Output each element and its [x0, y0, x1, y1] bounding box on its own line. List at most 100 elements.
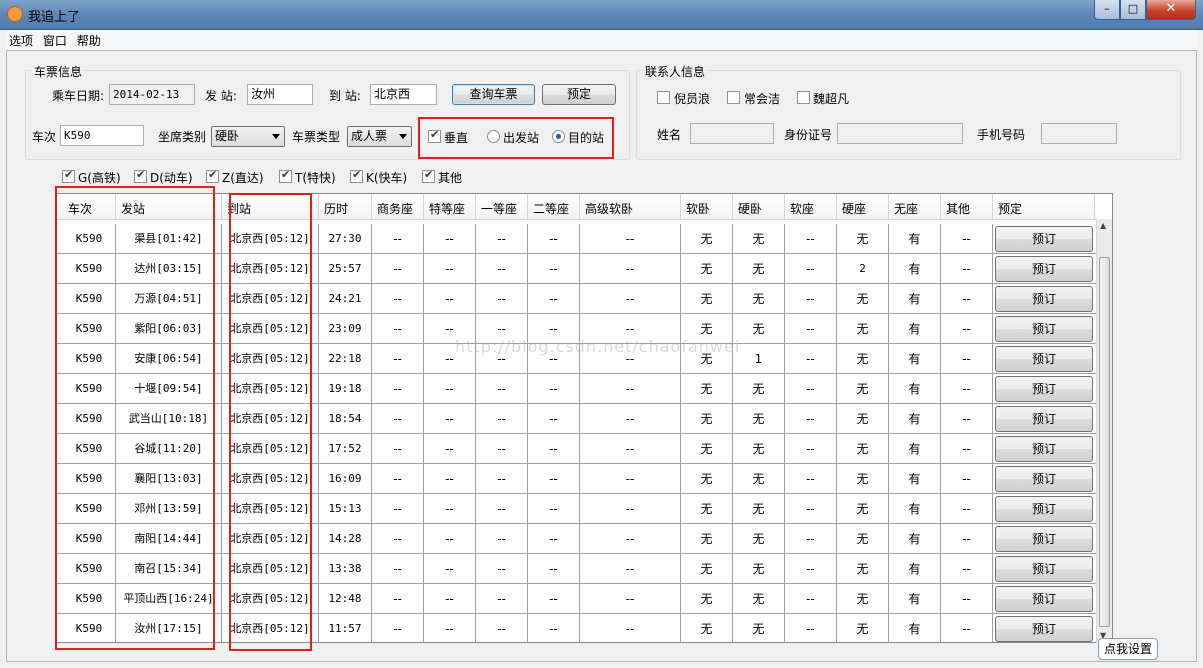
- column-header[interactable]: 高级软卧: [580, 194, 681, 220]
- filter-checkbox[interactable]: [134, 168, 147, 183]
- table-row[interactable]: K590 南阳[14:44] 北京西[05:12] 14:28 -- -- -- -- -- 无无…: [56, 524, 1096, 554]
- scroll-up-icon[interactable]: ▲: [1100, 221, 1106, 230]
- column-header[interactable]: 发站: [116, 194, 222, 220]
- table-cell: 有: [889, 404, 941, 434]
- table-row[interactable]: K590 南召[15:34] 北京西[05:12] 13:38 -- -- -- -- -- 无无…: [56, 554, 1096, 584]
- book-button[interactable]: 预订: [995, 556, 1093, 582]
- book-button[interactable]: 预订: [995, 256, 1093, 282]
- chevron-down-icon: [399, 134, 407, 139]
- book-button[interactable]: 预订: [995, 436, 1093, 462]
- from-station-field[interactable]: 汝州: [247, 84, 313, 105]
- id-label: 身份证号: [784, 128, 833, 142]
- table-cell: 无: [837, 404, 889, 434]
- table-row[interactable]: K590 谷城[11:20] 北京西[05:12] 17:52 -- -- -- -- -- 无无…: [56, 434, 1096, 464]
- radio-to-station[interactable]: [552, 130, 565, 143]
- book-button[interactable]: 预订: [995, 346, 1093, 372]
- table-header: 车次 发站 到站 历时 商务座 特等座 一等座 二等座 高级软卧 软卧 硬卧 软座 硬座 无座 其他 预定: [56, 194, 1096, 220]
- column-header[interactable]: 无座: [889, 194, 941, 220]
- filter-checkbox[interactable]: [62, 168, 75, 183]
- reserve-button[interactable]: 预定: [542, 84, 616, 105]
- menu-help[interactable]: 帮助: [74, 30, 104, 51]
- book-button[interactable]: 预订: [995, 466, 1093, 492]
- table-row[interactable]: K590 襄阳[13:03] 北京西[05:12] 16:09 -- -- -- -- -- 无无…: [56, 464, 1096, 494]
- contact-checkbox-3[interactable]: [797, 91, 810, 104]
- close-button[interactable]: ✕: [1146, 0, 1196, 20]
- filter-label: T(特快): [295, 171, 336, 185]
- seat-type-select[interactable]: 硬卧: [211, 126, 285, 147]
- vertical-checkbox[interactable]: [428, 128, 441, 143]
- scroll-thumb[interactable]: [1099, 257, 1110, 627]
- book-button[interactable]: 预订: [995, 616, 1093, 642]
- table-row[interactable]: K590 达州[03:15] 北京西[05:12] 25:57 -- -- -- -- -- 无无…: [56, 254, 1096, 284]
- column-header[interactable]: 预定: [993, 194, 1095, 220]
- table-cell: --: [476, 224, 528, 254]
- table-cell: 北京西[05:12]: [222, 584, 319, 614]
- window-title: 我追上了: [28, 10, 81, 25]
- menu-window[interactable]: 窗口: [40, 30, 70, 51]
- table-cell: 无: [733, 584, 785, 614]
- table-cell: --: [785, 224, 837, 254]
- contact-checkbox-1[interactable]: [657, 91, 670, 104]
- column-header[interactable]: 软座: [785, 194, 837, 220]
- vertical-scrollbar[interactable]: ▲ ▼: [1096, 219, 1112, 643]
- book-button[interactable]: 预订: [995, 376, 1093, 402]
- book-button[interactable]: 预订: [995, 526, 1093, 552]
- query-tickets-button[interactable]: 查询车票: [452, 84, 535, 105]
- table-row[interactable]: K590 武当山[10:18] 北京西[05:12] 18:54 -- -- -- -- -- 无…: [56, 404, 1096, 434]
- column-header[interactable]: 车次: [63, 194, 116, 220]
- table-cell: 无: [837, 344, 889, 374]
- name-field[interactable]: [690, 123, 774, 144]
- table-cell: 无: [733, 224, 785, 254]
- table-cell: 南阳[14:44]: [116, 524, 222, 554]
- table-cell: 有: [889, 374, 941, 404]
- id-number-field[interactable]: [837, 123, 963, 144]
- ticket-type-select[interactable]: 成人票: [347, 126, 412, 147]
- book-button[interactable]: 预订: [995, 226, 1093, 252]
- table-cell: 北京西[05:12]: [222, 434, 319, 464]
- minimize-button[interactable]: –: [1094, 0, 1120, 20]
- filter-checkbox[interactable]: [350, 168, 363, 183]
- column-header[interactable]: 特等座: [424, 194, 476, 220]
- maximize-button[interactable]: □: [1120, 0, 1146, 20]
- table-cell: 27:30: [319, 224, 372, 254]
- book-button[interactable]: 预订: [995, 286, 1093, 312]
- filter-checkbox[interactable]: [279, 168, 292, 183]
- contact-name-3: 魏超凡: [813, 92, 850, 106]
- filter-checkbox[interactable]: [206, 168, 219, 183]
- menu-options[interactable]: 选项: [6, 30, 36, 51]
- column-header[interactable]: 其他: [941, 194, 993, 220]
- date-field[interactable]: 2014-02-13: [109, 84, 195, 105]
- table-row[interactable]: K590 平顶山西[16:24] 北京西[05:12] 12:48 -- -- -- -- --…: [56, 584, 1096, 614]
- to-station-field[interactable]: 北京西: [370, 84, 437, 105]
- table-cell: --: [476, 584, 528, 614]
- radio-from-label: 出发站: [503, 131, 540, 145]
- column-header[interactable]: 二等座: [528, 194, 580, 220]
- table-row[interactable]: K590 汝州[17:15] 北京西[05:12] 11:57 -- -- -- -- -- 无无…: [56, 614, 1096, 642]
- book-button[interactable]: 预订: [995, 316, 1093, 342]
- column-header[interactable]: 商务座: [372, 194, 424, 220]
- column-header[interactable]: 硬卧: [733, 194, 785, 220]
- column-header[interactable]: 软卧: [681, 194, 733, 220]
- column-header[interactable]: 硬座: [837, 194, 889, 220]
- table-cell: --: [941, 374, 993, 404]
- column-header[interactable]: 历时: [319, 194, 372, 220]
- contact-checkbox-2[interactable]: [727, 91, 740, 104]
- settings-tooltip[interactable]: 点我设置: [1098, 638, 1158, 660]
- table-cell: 无: [681, 224, 733, 254]
- table-row[interactable]: K590 渠县[01:42] 北京西[05:12] 27:30 -- -- -- -- -- 无无…: [56, 224, 1096, 254]
- table-row[interactable]: K590 邓州[13:59] 北京西[05:12] 15:13 -- -- -- -- -- 无无…: [56, 494, 1096, 524]
- train-number-field[interactable]: K590: [60, 125, 144, 146]
- table-row[interactable]: K590 十堰[09:54] 北京西[05:12] 19:18 -- -- -- -- -- 无无…: [56, 374, 1096, 404]
- filter-checkbox[interactable]: [422, 168, 435, 183]
- book-button[interactable]: 预订: [995, 406, 1093, 432]
- table-cell: --: [424, 224, 476, 254]
- radio-from-station[interactable]: [487, 130, 500, 143]
- column-header[interactable]: 一等座: [476, 194, 528, 220]
- table-row[interactable]: K590 万源[04:51] 北京西[05:12] 24:21 -- -- -- -- -- 无无…: [56, 284, 1096, 314]
- book-button[interactable]: 预订: [995, 586, 1093, 612]
- book-button[interactable]: 预订: [995, 496, 1093, 522]
- column-header[interactable]: 到站: [222, 194, 319, 220]
- table-cell: 北京西[05:12]: [222, 254, 319, 284]
- train-table: 车次 发站 到站 历时 商务座 特等座 一等座 二等座 高级软卧 软卧 硬卧 软座 硬座 无座 其他 预定 K…: [55, 193, 1113, 643]
- phone-field[interactable]: [1041, 123, 1117, 144]
